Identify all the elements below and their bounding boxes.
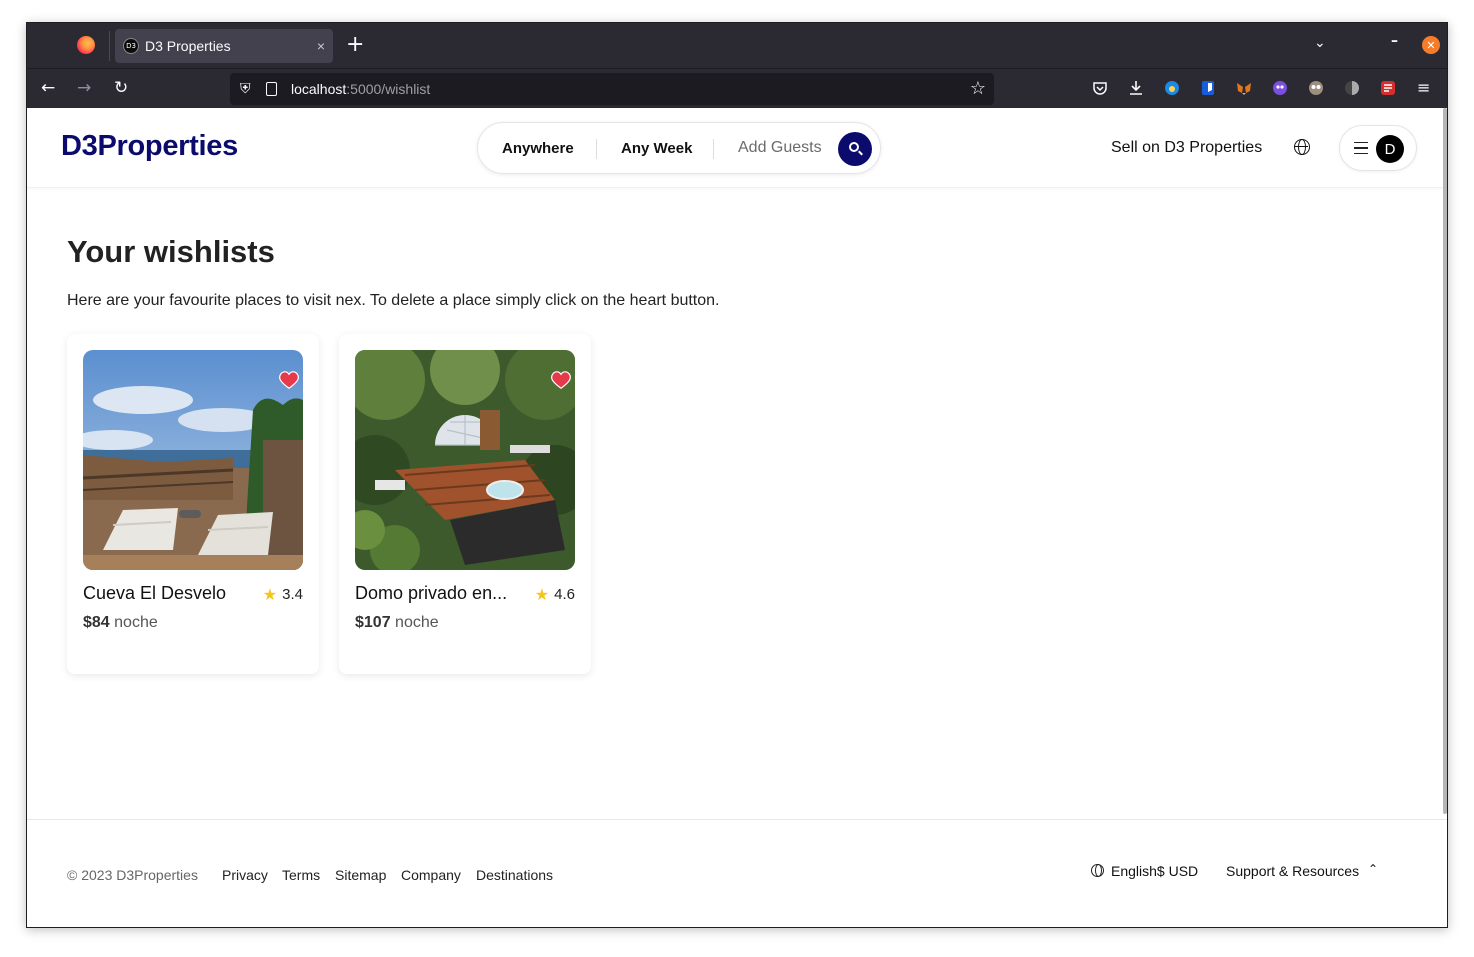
wishlist-card[interactable]: Domo privado en... ★ 4.6 $107 noche [339, 334, 591, 674]
url-bar[interactable]: ⛨ localhost:5000/wishlist ☆ [230, 73, 994, 105]
avatar: D [1376, 135, 1404, 163]
site-logo[interactable]: D3Properties [61, 130, 238, 163]
minimize-icon[interactable]: – [1391, 33, 1398, 49]
browser-tab[interactable]: D3 D3 Properties × [115, 29, 333, 63]
hamburger-menu-icon [1354, 142, 1368, 154]
footer-link-sitemap[interactable]: Sitemap [335, 867, 386, 883]
reload-icon[interactable]: ↻ [114, 78, 128, 98]
chevron-up-icon[interactable]: ⌃ [1368, 862, 1378, 876]
listing-photo[interactable] [355, 350, 575, 570]
star-icon: ★ [534, 585, 550, 604]
list-tabs-chevron-down-icon[interactable]: ⌄ [1314, 35, 1326, 51]
url-text[interactable]: localhost:5000/wishlist [291, 81, 430, 97]
listing-rating: ★ 3.4 [262, 585, 303, 604]
user-menu-button[interactable]: D [1339, 125, 1417, 171]
window-close-icon[interactable]: ✕ [1422, 36, 1440, 54]
firefox-icon[interactable] [77, 36, 95, 54]
support-resources-button[interactable]: Support & Resources [1226, 863, 1359, 879]
globe-icon[interactable] [1294, 139, 1310, 155]
footer-link-terms[interactable]: Terms [282, 867, 320, 883]
extension-owl-icon[interactable] [1308, 80, 1324, 96]
sell-link[interactable]: Sell on D3 Properties [1111, 139, 1262, 157]
wishlist-card[interactable]: Cueva El Desvelo ★ 3.4 $84 noche [67, 334, 319, 674]
star-icon: ★ [262, 585, 278, 604]
downloads-icon[interactable] [1128, 80, 1144, 96]
language-currency-selector[interactable]: English$ USD [1111, 863, 1198, 879]
browser-titlebar: D3 D3 Properties × + ⌄ – ✕ [27, 23, 1447, 68]
listing-photo[interactable] [83, 350, 303, 570]
bitwarden-icon[interactable] [1200, 80, 1216, 96]
copyright: © 2023 D3Properties [67, 867, 198, 883]
metamask-icon[interactable] [1236, 80, 1252, 96]
tab-title: D3 Properties [145, 38, 231, 54]
listing-title: Cueva El Desvelo [83, 583, 227, 603]
search-divider [713, 139, 714, 159]
bookmark-star-icon[interactable]: ☆ [970, 78, 986, 99]
footer-link-privacy[interactable]: Privacy [222, 867, 268, 883]
page-info-icon[interactable] [266, 82, 277, 96]
page: D3Properties Anywhere Any Week Add Guest… [27, 108, 1447, 927]
search-button[interactable] [838, 132, 872, 166]
search-add-guests[interactable]: Add Guests [738, 139, 822, 157]
footer-link-destinations[interactable]: Destinations [476, 867, 553, 883]
browser-navbar: ← → ↻ ⛨ localhost:5000/wishlist ☆ ≡ [27, 68, 1447, 108]
new-tab-icon[interactable]: + [346, 33, 364, 57]
app-menu-icon[interactable]: ≡ [1417, 78, 1430, 98]
heart-icon[interactable] [279, 371, 299, 389]
search-any-week[interactable]: Any Week [621, 140, 692, 157]
close-tab-icon[interactable]: × [309, 38, 333, 54]
extension-dark-icon[interactable] [1344, 80, 1360, 96]
footer-link-company[interactable]: Company [401, 867, 461, 883]
extension-red-icon[interactable] [1380, 80, 1396, 96]
listing-price: $84 noche [83, 614, 158, 631]
listing-title: Domo privado en... [355, 583, 508, 603]
search-anywhere[interactable]: Anywhere [502, 140, 574, 157]
pocket-icon[interactable] [1092, 80, 1108, 96]
site-header: D3Properties Anywhere Any Week Add Guest… [27, 108, 1447, 188]
extension-blue-icon[interactable] [1164, 80, 1180, 96]
page-subtitle: Here are your favourite places to visit … [67, 292, 720, 309]
back-arrow-icon[interactable]: ← [41, 78, 55, 98]
site-footer: © 2023 D3Properties Privacy Terms Sitema… [27, 819, 1447, 927]
heart-icon[interactable] [551, 371, 571, 389]
listing-price: $107 noche [355, 614, 439, 631]
browser-window: D3 D3 Properties × + ⌄ – ✕ ← → ↻ ⛨ local… [26, 22, 1448, 928]
tracking-shield-icon[interactable]: ⛨ [240, 81, 254, 97]
forward-arrow-icon[interactable]: → [77, 78, 91, 98]
titlebar-separator [109, 31, 110, 61]
search-pill[interactable]: Anywhere Any Week Add Guests [477, 122, 881, 174]
extension-purple-icon[interactable] [1272, 80, 1288, 96]
globe-icon[interactable] [1091, 864, 1104, 877]
scrollbar[interactable] [1443, 108, 1447, 814]
tab-favicon-icon: D3 [123, 38, 139, 54]
page-title: Your wishlists [67, 234, 275, 269]
listing-rating: ★ 4.6 [534, 585, 575, 604]
search-divider [596, 139, 597, 159]
